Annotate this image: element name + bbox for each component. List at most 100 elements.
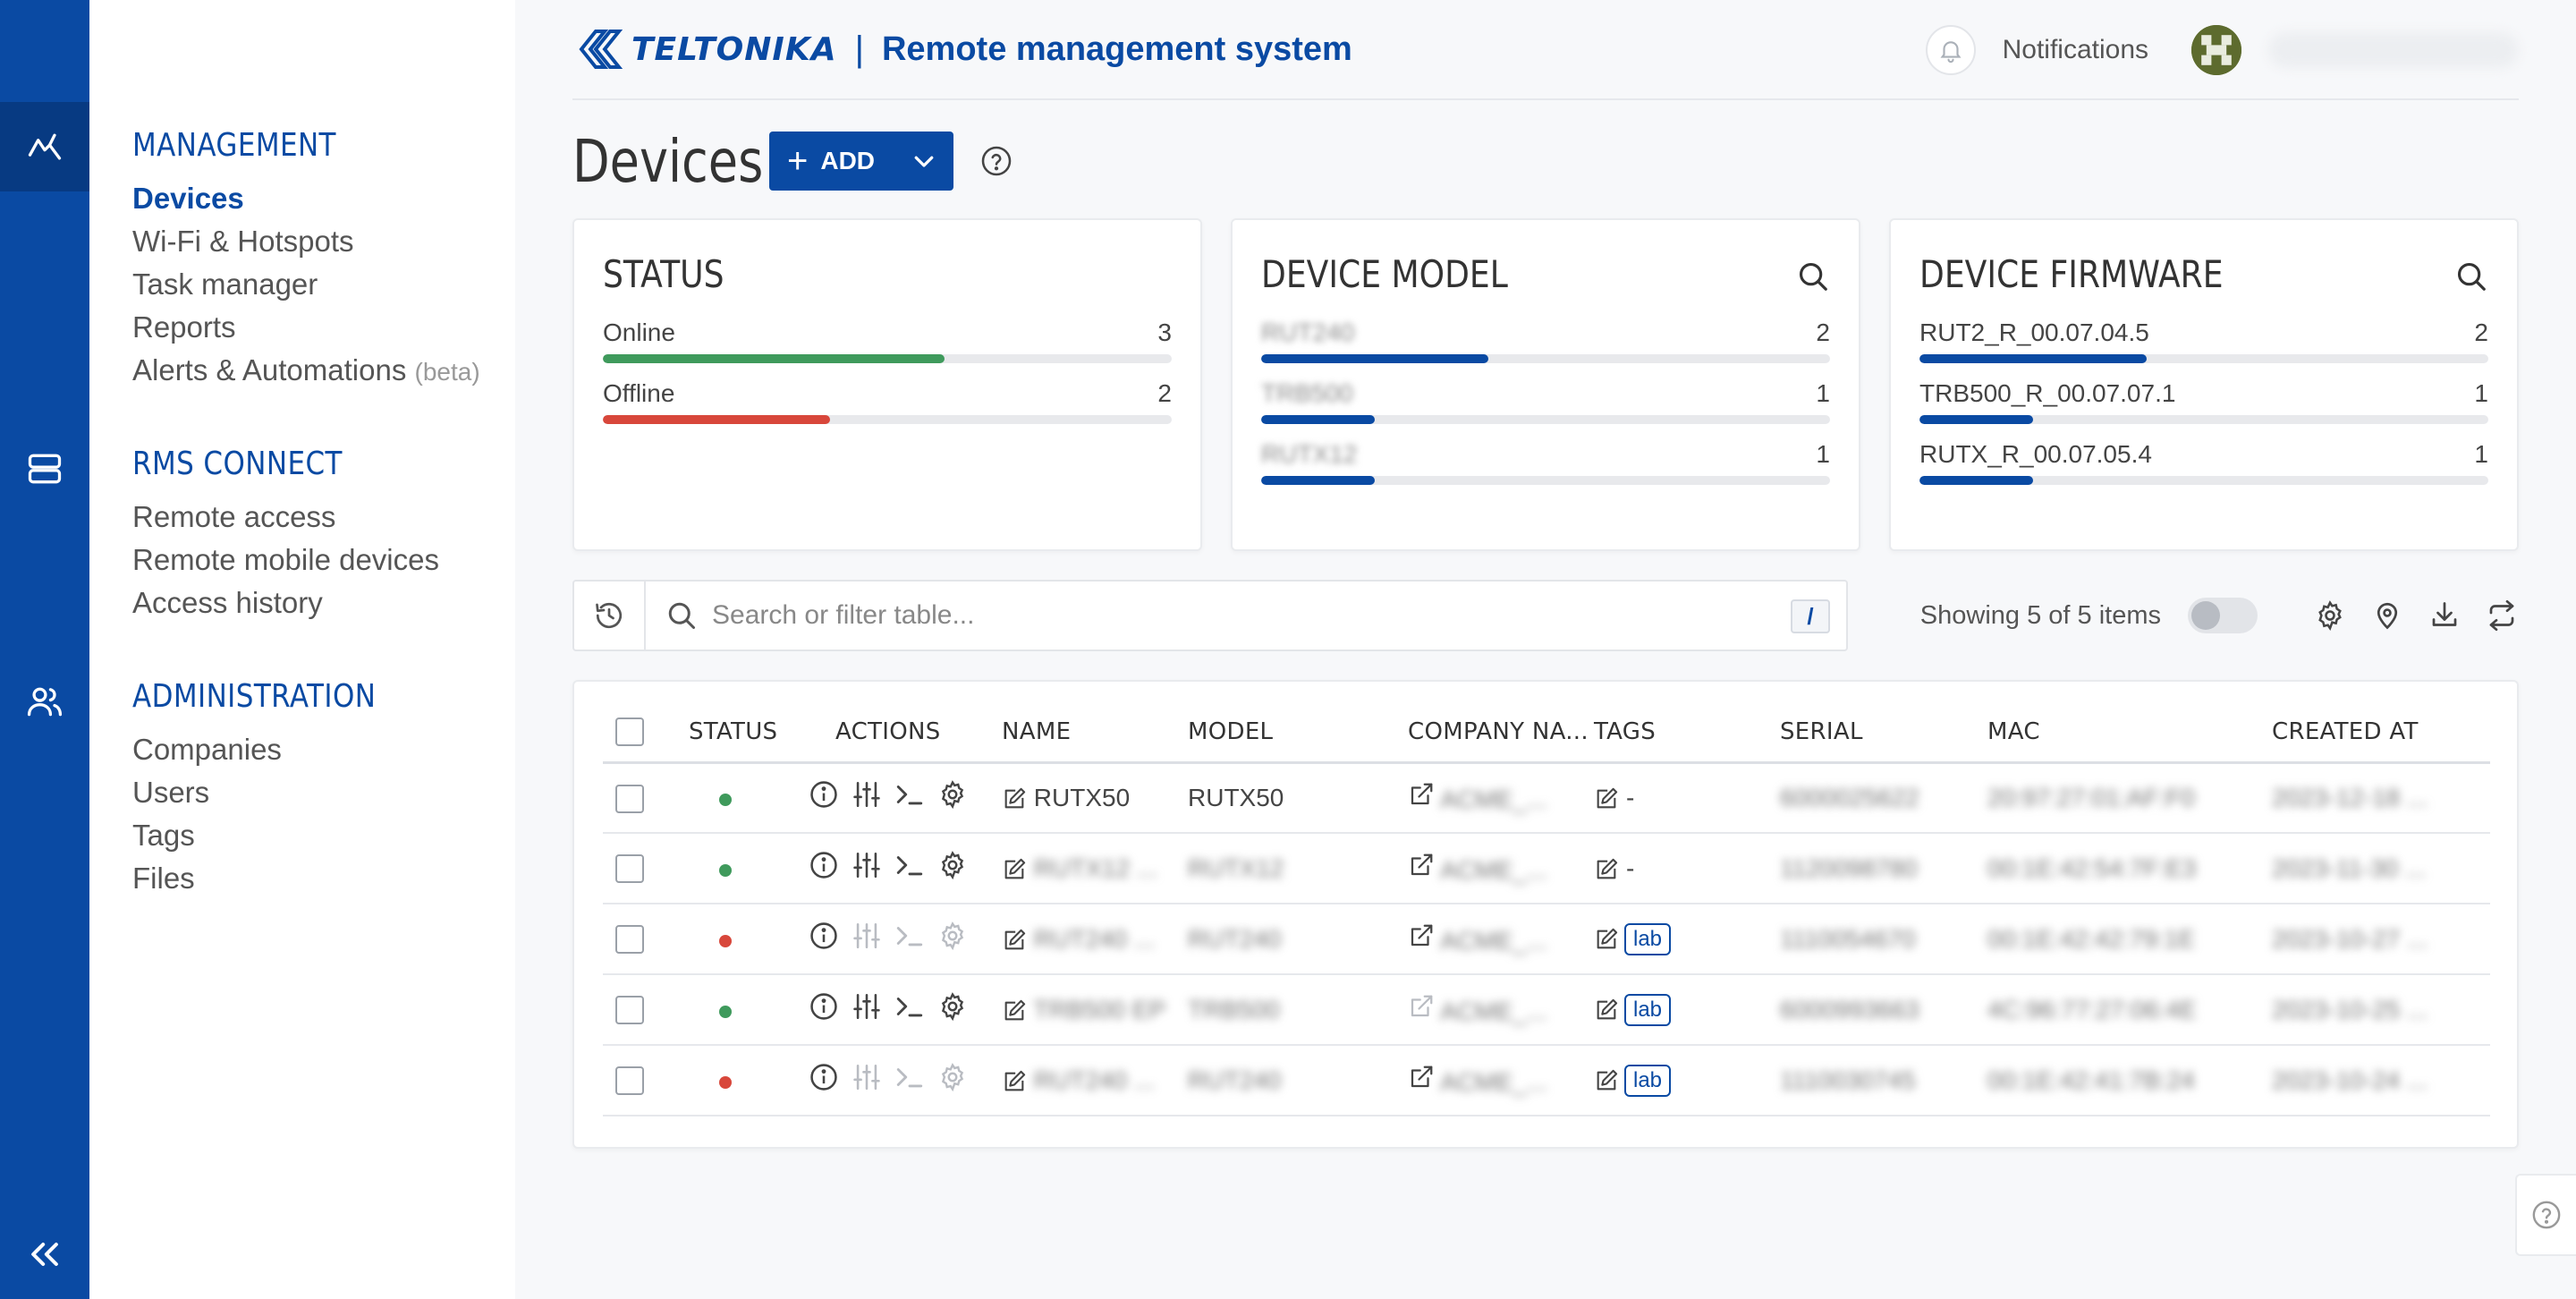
table-row[interactable]: RUT240 ... RUT240 ACME_... lab 1110054670 00… bbox=[603, 904, 2490, 975]
firmware-stat[interactable]: RUT2_R_00.07.04.5 2 bbox=[1919, 315, 2488, 363]
download-button[interactable] bbox=[2428, 599, 2462, 633]
avatar[interactable] bbox=[2191, 25, 2241, 75]
info-icon[interactable] bbox=[809, 850, 839, 880]
row-checkbox[interactable] bbox=[615, 854, 644, 884]
column-header-serial[interactable]: SERIAL bbox=[1780, 703, 1987, 764]
tag-badge[interactable]: lab bbox=[1624, 922, 1672, 955]
menu-item-alerts-automations[interactable]: Alerts & Automations (beta) bbox=[132, 349, 480, 394]
menu-item-files[interactable]: Files bbox=[132, 857, 282, 900]
menu-item-task-manager[interactable]: Task manager bbox=[132, 263, 480, 306]
column-header-status[interactable]: STATUS bbox=[689, 703, 809, 764]
table-row[interactable]: RUT240 ... RUT240 ACME_... lab 1110030745 00… bbox=[603, 1045, 2490, 1116]
device-name[interactable]: TRB500 EP bbox=[1033, 996, 1165, 1023]
status-offline-stat[interactable]: Offline 2 bbox=[603, 376, 1172, 424]
menu-item-remote-mobile-devices[interactable]: Remote mobile devices bbox=[132, 539, 439, 582]
column-header-model[interactable]: MODEL bbox=[1188, 703, 1408, 764]
device-name[interactable]: RUTX12 ... bbox=[1034, 854, 1157, 882]
edit-icon[interactable] bbox=[1002, 1069, 1027, 1094]
firmware-stat[interactable]: TRB500_R_00.07.07.1 1 bbox=[1919, 376, 2488, 424]
info-icon[interactable] bbox=[809, 991, 839, 1022]
column-header-company[interactable]: COMPANY NA... bbox=[1408, 703, 1594, 764]
map-view-button[interactable] bbox=[2370, 599, 2404, 633]
row-checkbox[interactable] bbox=[615, 1066, 644, 1096]
column-header-created-at[interactable]: CREATED AT bbox=[2272, 703, 2490, 764]
company-name[interactable]: ACME_... bbox=[1440, 998, 1547, 1025]
table-row[interactable]: RUTX12 ... RUTX12 ACME_... - 1120098780 00:1… bbox=[603, 833, 2490, 904]
column-header-mac[interactable]: MAC bbox=[1987, 703, 2272, 764]
sliders-icon[interactable] bbox=[852, 850, 882, 880]
edit-icon[interactable] bbox=[1002, 857, 1027, 882]
search-input[interactable] bbox=[712, 600, 1750, 631]
edit-icon[interactable] bbox=[1594, 857, 1619, 882]
menu-item-remote-access[interactable]: Remote access bbox=[132, 496, 439, 539]
row-checkbox[interactable] bbox=[615, 925, 644, 955]
refresh-button[interactable] bbox=[2485, 599, 2519, 633]
rail-analytics-button[interactable] bbox=[0, 102, 89, 191]
info-icon[interactable] bbox=[809, 779, 839, 810]
edit-icon[interactable] bbox=[1002, 786, 1027, 811]
sliders-icon[interactable] bbox=[852, 991, 882, 1022]
column-header-name[interactable]: NAME bbox=[1002, 703, 1188, 764]
menu-item-companies[interactable]: Companies bbox=[132, 728, 282, 771]
info-icon[interactable] bbox=[809, 1062, 839, 1092]
floating-help-button[interactable] bbox=[2515, 1174, 2576, 1256]
sliders-icon[interactable] bbox=[852, 779, 882, 810]
edit-icon[interactable] bbox=[1594, 1068, 1619, 1093]
company-name[interactable]: ACME_... bbox=[1440, 785, 1547, 813]
search-icon[interactable] bbox=[2454, 259, 2488, 293]
row-checkbox[interactable] bbox=[615, 996, 644, 1025]
company-name[interactable]: ACME_... bbox=[1440, 1068, 1547, 1096]
table-row[interactable]: TRB500 EP TRB500 ACME_... lab 6000993663 4C:… bbox=[603, 974, 2490, 1046]
add-device-button[interactable]: + ADD bbox=[769, 132, 953, 191]
device-name[interactable]: RUT240 ... bbox=[1034, 925, 1155, 953]
menu-item-wifi-hotspots[interactable]: Wi-Fi & Hotspots bbox=[132, 220, 480, 263]
edit-icon[interactable] bbox=[1594, 927, 1619, 952]
rail-devices-button[interactable] bbox=[0, 424, 89, 514]
tag-badge[interactable]: lab bbox=[1624, 1064, 1672, 1097]
help-icon[interactable] bbox=[980, 145, 1013, 177]
gear-icon[interactable] bbox=[937, 850, 968, 880]
menu-item-users[interactable]: Users bbox=[132, 771, 282, 814]
menu-item-access-history[interactable]: Access history bbox=[132, 582, 439, 624]
device-name[interactable]: RUT240 ... bbox=[1034, 1066, 1155, 1094]
terminal-icon[interactable] bbox=[894, 991, 925, 1022]
collapse-sidebar-button[interactable] bbox=[0, 1227, 89, 1281]
table-row[interactable]: RUTX50 RUTX50 ACME_... - 6000025622 20:97:27… bbox=[603, 762, 2490, 834]
model-stat[interactable]: RUTX12 1 bbox=[1261, 437, 1830, 485]
model-stat[interactable]: TRB500 1 bbox=[1261, 376, 1830, 424]
table-settings-button[interactable] bbox=[2313, 599, 2347, 633]
search-history-button[interactable] bbox=[574, 582, 646, 650]
status-online-stat[interactable]: Online 3 bbox=[603, 315, 1172, 363]
edit-icon[interactable] bbox=[1594, 786, 1619, 811]
external-link-icon[interactable] bbox=[1408, 1064, 1435, 1091]
select-all-checkbox[interactable] bbox=[615, 717, 644, 747]
model-stat[interactable]: RUT240 2 bbox=[1261, 315, 1830, 363]
firmware-stat[interactable]: RUTX_R_00.07.05.4 1 bbox=[1919, 437, 2488, 485]
gear-icon[interactable] bbox=[937, 779, 968, 810]
edit-icon[interactable] bbox=[1002, 998, 1027, 1023]
info-icon[interactable] bbox=[809, 921, 839, 951]
menu-item-tags[interactable]: Tags bbox=[132, 814, 282, 857]
edit-icon[interactable] bbox=[1594, 998, 1619, 1023]
menu-item-devices[interactable]: Devices bbox=[132, 177, 480, 220]
external-link-icon[interactable] bbox=[1408, 852, 1435, 879]
company-name[interactable]: ACME_... bbox=[1440, 856, 1547, 884]
external-link-icon[interactable] bbox=[1408, 922, 1435, 949]
chevron-down-icon[interactable] bbox=[911, 148, 937, 174]
row-checkbox[interactable] bbox=[615, 784, 644, 813]
external-link-icon[interactable] bbox=[1408, 781, 1435, 808]
external-link-icon[interactable] bbox=[1408, 993, 1435, 1020]
rail-users-button[interactable] bbox=[0, 657, 89, 746]
view-toggle[interactable] bbox=[2188, 598, 2258, 633]
menu-item-reports[interactable]: Reports bbox=[132, 306, 480, 349]
user-menu[interactable] bbox=[2268, 32, 2519, 68]
brand[interactable]: TELTONIKA | Remote management system bbox=[572, 26, 1352, 72]
gear-icon[interactable] bbox=[937, 991, 968, 1022]
terminal-icon[interactable] bbox=[894, 779, 925, 810]
terminal-icon[interactable] bbox=[894, 850, 925, 880]
search-icon[interactable] bbox=[1796, 259, 1830, 293]
tag-badge[interactable]: lab bbox=[1624, 993, 1672, 1026]
company-name[interactable]: ACME_... bbox=[1440, 927, 1547, 955]
column-header-tags[interactable]: TAGS bbox=[1594, 703, 1780, 764]
edit-icon[interactable] bbox=[1002, 928, 1027, 953]
